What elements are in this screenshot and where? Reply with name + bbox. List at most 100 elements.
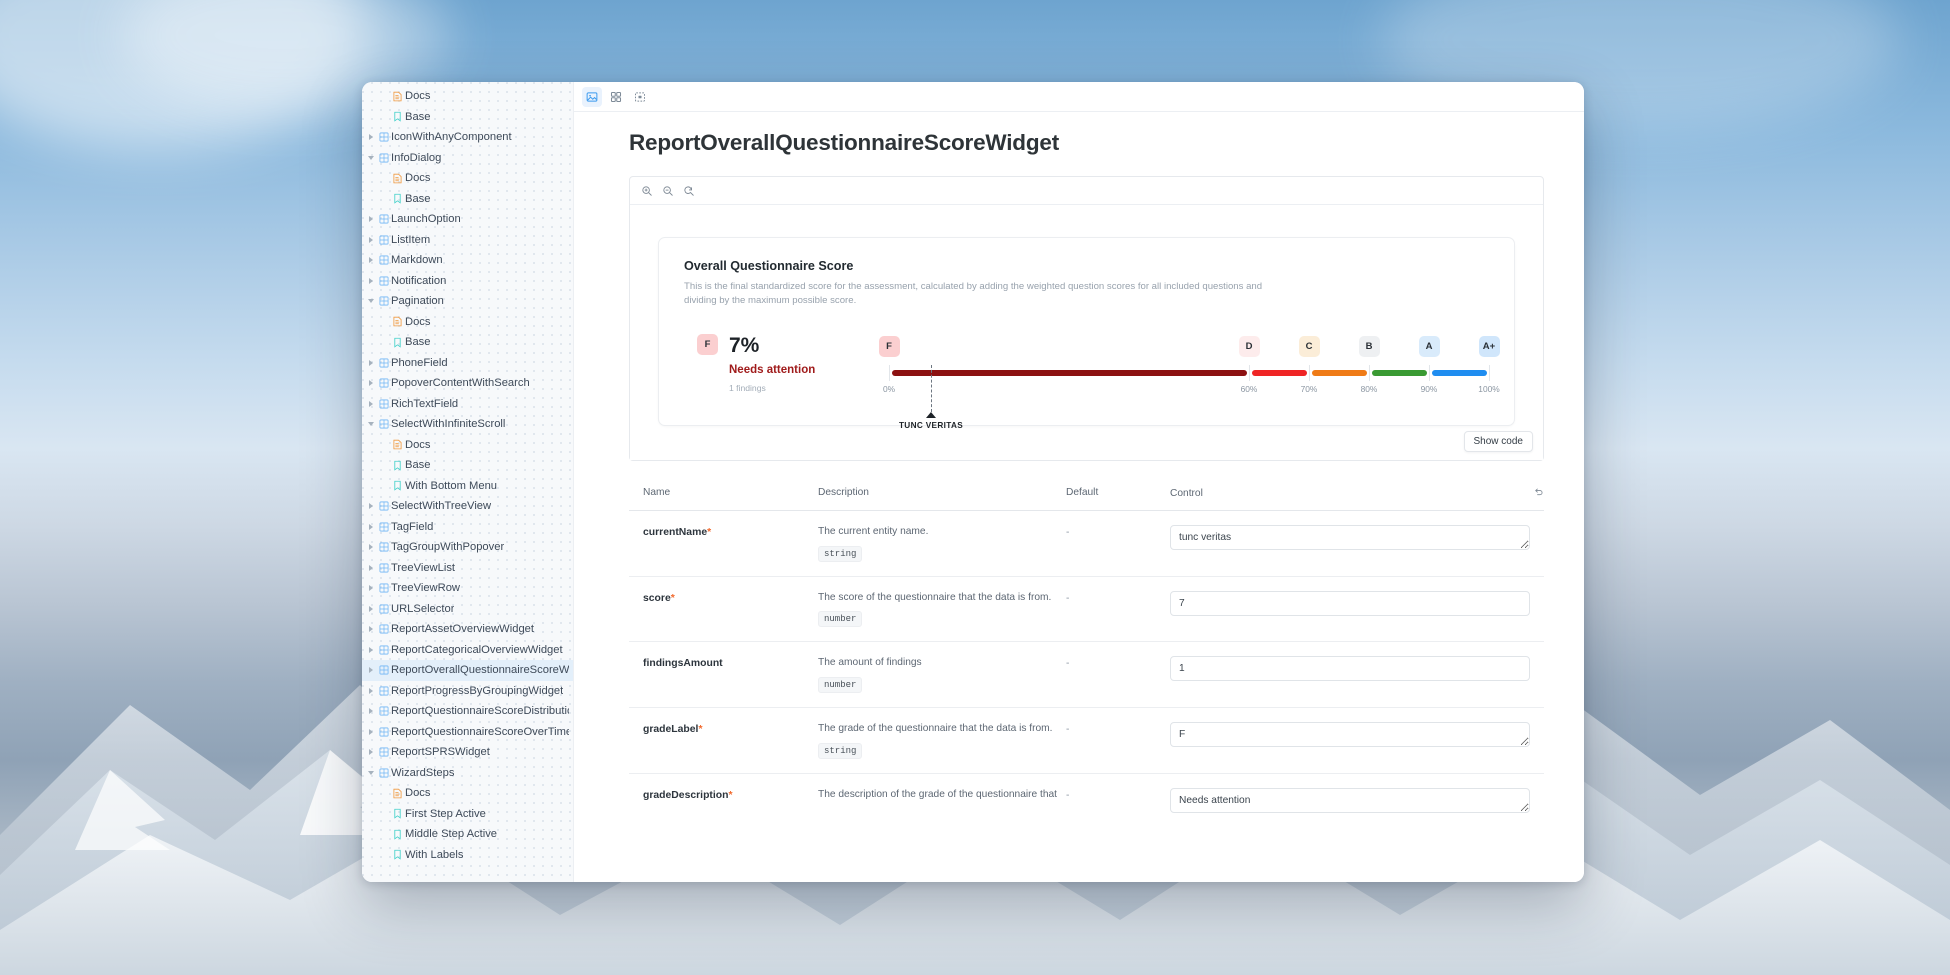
sidebar-item-reportcategoricaloverviewwidget[interactable]: ReportCategoricalOverviewWidget bbox=[362, 640, 573, 661]
sidebar-item-base[interactable]: Base bbox=[362, 107, 573, 128]
chevron-down-icon[interactable] bbox=[366, 770, 376, 775]
sidebar-item-pagination[interactable]: Pagination bbox=[362, 291, 573, 312]
chevron-right-icon[interactable] bbox=[366, 216, 376, 223]
sidebar-item-infodialog[interactable]: InfoDialog bbox=[362, 148, 573, 169]
sidebar-item-with-bottom-menu[interactable]: With Bottom Menu bbox=[362, 476, 573, 497]
sidebar-item-popovercontentwithsearch[interactable]: PopoverContentWithSearch bbox=[362, 373, 573, 394]
chevron-right-icon[interactable] bbox=[366, 646, 376, 653]
sidebar-item-reportassetoverviewwidget[interactable]: ReportAssetOverviewWidget bbox=[362, 619, 573, 640]
chevron-right-icon[interactable] bbox=[366, 708, 376, 715]
sidebar-item-middle-step-active[interactable]: Middle Step Active bbox=[362, 824, 573, 845]
chevron-down-icon[interactable] bbox=[366, 299, 376, 304]
prop-control-cell bbox=[1170, 656, 1544, 682]
zoom-out-icon[interactable] bbox=[658, 181, 677, 200]
control-input-findingsAmount[interactable] bbox=[1170, 656, 1530, 682]
chevron-right-icon[interactable] bbox=[366, 667, 376, 674]
control-input-gradeDescription[interactable] bbox=[1170, 787, 1530, 813]
sidebar-item-label: ReportQuestionnaireScoreOverTimeWidget bbox=[391, 725, 569, 738]
control-input-gradeLabel[interactable] bbox=[1170, 722, 1530, 748]
grade-scale-track: TUNC VERITAS bbox=[889, 364, 1490, 430]
chevron-right-icon[interactable] bbox=[366, 134, 376, 141]
sidebar-item-label: Notification bbox=[391, 274, 447, 287]
sidebar-item-urlselector[interactable]: URLSelector bbox=[362, 599, 573, 620]
header-control: Control bbox=[1170, 488, 1203, 500]
score-value: 7% bbox=[729, 333, 760, 357]
show-code-button[interactable]: Show code bbox=[1463, 430, 1533, 452]
chevron-right-icon[interactable] bbox=[366, 503, 376, 510]
sidebar-item-base[interactable]: Base bbox=[362, 332, 573, 353]
sidebar-item-markdown[interactable]: Markdown bbox=[362, 250, 573, 271]
sidebar-item-selectwithinfinitescroll[interactable]: SelectWithInfiniteScroll bbox=[362, 414, 573, 435]
sidebar-item-base[interactable]: Base bbox=[362, 455, 573, 476]
component-icon bbox=[376, 645, 391, 655]
chevron-right-icon[interactable] bbox=[366, 605, 376, 612]
props-row: currentName* The current entity name. stri… bbox=[629, 509, 1544, 576]
sidebar-item-docs[interactable]: Docs bbox=[362, 168, 573, 189]
sidebar-tree[interactable]: Docs Base IconWithAnyComponent InfoDialo… bbox=[362, 82, 574, 882]
chevron-right-icon[interactable] bbox=[366, 728, 376, 735]
sidebar-item-reportquestionnairescoredistributionwidget[interactable]: ReportQuestionnaireScoreDistributionWidg… bbox=[362, 701, 573, 722]
scale-grade-badge-B: B bbox=[1358, 335, 1380, 357]
sidebar-item-iconwithanycomponent[interactable]: IconWithAnyComponent bbox=[362, 127, 573, 148]
sidebar-item-selectwithtreeview[interactable]: SelectWithTreeView bbox=[362, 496, 573, 517]
sidebar-item-reportoverallquestionnairescorewidget[interactable]: ReportOverallQuestionnaireScoreWidget bbox=[362, 660, 573, 681]
props-row: gradeLabel* The grade of the questionnair… bbox=[629, 707, 1544, 773]
sidebar-item-reportquestionnairescoreovertimewidget[interactable]: ReportQuestionnaireScoreOverTimeWidget bbox=[362, 722, 573, 743]
sidebar-item-richtextfield[interactable]: RichTextField bbox=[362, 394, 573, 415]
chevron-down-icon[interactable] bbox=[366, 422, 376, 427]
chevron-right-icon[interactable] bbox=[366, 749, 376, 756]
sidebar-item-docs[interactable]: Docs bbox=[362, 86, 573, 107]
sidebar-item-launchoption[interactable]: LaunchOption bbox=[362, 209, 573, 230]
chevron-right-icon[interactable] bbox=[366, 400, 376, 407]
sidebar-item-wizardsteps[interactable]: WizardSteps bbox=[362, 763, 573, 784]
canvas-view-icon[interactable] bbox=[582, 86, 602, 107]
fit-view-icon[interactable] bbox=[630, 87, 650, 107]
sidebar-item-treeviewrow[interactable]: TreeViewRow bbox=[362, 578, 573, 599]
control-input-score[interactable] bbox=[1170, 590, 1530, 616]
chevron-right-icon[interactable] bbox=[366, 380, 376, 387]
zoom-in-icon[interactable] bbox=[637, 181, 656, 200]
sidebar-item-notification[interactable]: Notification bbox=[362, 271, 573, 292]
sidebar-item-docs[interactable]: Docs bbox=[362, 435, 573, 456]
prop-name: findingsAmount bbox=[643, 656, 818, 669]
control-input-currentName[interactable] bbox=[1170, 524, 1530, 550]
chevron-right-icon[interactable] bbox=[366, 544, 376, 551]
prop-control-cell bbox=[1170, 787, 1544, 813]
sidebar-item-docs[interactable]: Docs bbox=[362, 312, 573, 333]
chevron-right-icon[interactable] bbox=[366, 236, 376, 243]
sidebar-item-tagfield[interactable]: TagField bbox=[362, 517, 573, 538]
component-icon bbox=[376, 706, 391, 716]
sidebar-item-taggroupwithpopover[interactable]: TagGroupWithPopover bbox=[362, 537, 573, 558]
prop-control-cell bbox=[1170, 722, 1544, 748]
chevron-right-icon[interactable] bbox=[366, 523, 376, 530]
chevron-right-icon[interactable] bbox=[366, 626, 376, 633]
sidebar-item-docs[interactable]: Docs bbox=[362, 783, 573, 804]
chevron-right-icon[interactable] bbox=[366, 564, 376, 571]
sidebar-item-phonefield[interactable]: PhoneField bbox=[362, 353, 573, 374]
component-icon bbox=[376, 563, 391, 573]
chevron-right-icon[interactable] bbox=[366, 359, 376, 366]
sidebar-item-listitem[interactable]: ListItem bbox=[362, 230, 573, 251]
chevron-right-icon[interactable] bbox=[366, 257, 376, 264]
chevron-right-icon[interactable] bbox=[366, 277, 376, 284]
sidebar-item-label: IconWithAnyComponent bbox=[391, 131, 512, 144]
prop-control-cell bbox=[1170, 590, 1544, 616]
chevron-down-icon[interactable] bbox=[366, 155, 376, 160]
sidebar-item-label: Base bbox=[405, 192, 431, 205]
chevron-right-icon[interactable] bbox=[366, 687, 376, 694]
scale-grade-badge-Aplus: A+ bbox=[1478, 335, 1500, 357]
scale-divider bbox=[1369, 364, 1370, 381]
sidebar-item-reportprogressbygroupingwidget[interactable]: ReportProgressByGroupingWidget bbox=[362, 681, 573, 702]
zoom-reset-icon[interactable] bbox=[679, 181, 698, 200]
sidebar-item-base[interactable]: Base bbox=[362, 189, 573, 210]
grid-view-icon[interactable] bbox=[606, 87, 626, 107]
sidebar-item-reportsprswidget[interactable]: ReportSPRSWidget bbox=[362, 742, 573, 763]
reset-controls-icon[interactable] bbox=[1533, 487, 1544, 501]
sidebar-item-treeviewlist[interactable]: TreeViewList bbox=[362, 558, 573, 579]
prop-name-text: gradeDescription bbox=[643, 789, 729, 801]
chevron-right-icon[interactable] bbox=[366, 585, 376, 592]
sidebar-item-with-labels[interactable]: With Labels bbox=[362, 845, 573, 866]
sidebar-item-first-step-active[interactable]: First Step Active bbox=[362, 804, 573, 825]
sidebar-item-label: ListItem bbox=[391, 233, 431, 246]
component-icon bbox=[376, 522, 391, 532]
